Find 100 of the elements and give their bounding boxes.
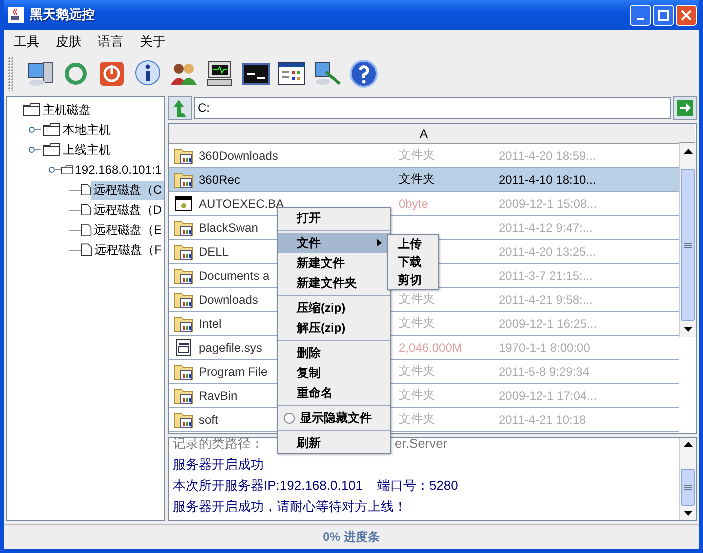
maximize-button[interactable]: [653, 4, 674, 26]
log-text: 服务器开启成功: [173, 456, 264, 472]
scroll-up-icon[interactable]: [684, 442, 692, 448]
help-icon: [348, 58, 380, 90]
file-name: DELL: [199, 244, 230, 258]
submenu-item[interactable]: 剪切: [388, 271, 438, 289]
file-info: 文件夹: [399, 387, 435, 404]
scroll-bar[interactable]: [679, 143, 696, 337]
document-icon: [81, 222, 92, 238]
file-info: 文件夹: [399, 315, 435, 332]
file-date: 2009-12-1 17:04...: [499, 388, 598, 402]
file-name: 360Rec: [199, 172, 240, 186]
scroll-bar[interactable]: [679, 438, 696, 520]
file-info: 文件夹: [399, 411, 435, 428]
scroll-thumb[interactable]: [681, 169, 695, 321]
tree-node-handle-icon[interactable]: [29, 126, 41, 134]
tree-item[interactable]: 远程磁盘（D: [91, 200, 164, 220]
file-date: 2009-12-1 15:08...: [499, 196, 598, 210]
file-date: 2011-4-21 9:58:...: [499, 292, 593, 306]
file-name: RavBin: [199, 388, 238, 402]
document-icon: [81, 202, 92, 218]
file-info: 0byte: [399, 196, 428, 210]
minimize-button[interactable]: [630, 4, 651, 26]
tree-item[interactable]: 远程磁盘（C: [91, 180, 164, 200]
file-name: Downloads: [199, 292, 258, 306]
close-button[interactable]: [676, 4, 697, 26]
header-corner: [679, 124, 695, 143]
back-button[interactable]: [168, 96, 192, 120]
context-menu-item[interactable]: 复制: [278, 363, 390, 383]
context-menu-item[interactable]: 文件: [278, 233, 390, 253]
log-text: 本次所开服务器IP:192.168.0.101 端口号：5280: [173, 478, 458, 492]
right-arrow-icon: [677, 100, 693, 116]
tree-item[interactable]: 主机磁盘: [41, 100, 93, 120]
folder-icon: [23, 103, 41, 117]
file-date: 2011-3-7 21:15:...: [499, 268, 593, 282]
file-info: 文件夹: [399, 291, 435, 308]
folder-icon: [43, 123, 61, 137]
file-name: Intel: [199, 316, 222, 330]
document-icon: [81, 242, 93, 258]
context-menu-item[interactable]: 显示隐藏文件: [278, 408, 390, 428]
folder-icon: [61, 163, 74, 177]
scroll-thumb[interactable]: [681, 469, 695, 506]
tree-item[interactable]: 远程磁盘（E: [92, 220, 164, 240]
minimize-icon: [637, 18, 644, 20]
file-date: 1970-1-1 8:00:00: [499, 340, 590, 354]
radio-button[interactable]: [284, 412, 295, 424]
context-menu-item[interactable]: 解压(zip): [278, 318, 390, 338]
log-text: 服务器开启成功，请耐心等待对方上线！: [173, 498, 407, 514]
file-date: 2011-4-20 18:59...: [499, 148, 596, 162]
file-info: 文件夹: [399, 363, 435, 380]
coffee-cup-icon: [8, 7, 24, 23]
context-menu-item[interactable]: 新建文件: [278, 253, 390, 273]
scroll-down-icon[interactable]: [684, 510, 692, 516]
menu-item[interactable]: 工具: [8, 31, 46, 53]
context-menu-item[interactable]: 刷新: [278, 433, 390, 453]
menu-item[interactable]: 皮肤: [50, 31, 88, 53]
file-date: 2011-4-21 10:18: [499, 412, 586, 426]
window-title: 黑天鹅远控: [30, 6, 95, 24]
file-date: 2009-12-1 16:25...: [499, 316, 598, 330]
context-menu-item[interactable]: 重命名: [278, 383, 390, 403]
curved-arrow-icon: [173, 99, 187, 117]
tree-node-handle-icon[interactable]: [29, 146, 41, 154]
file-date: 2011-4-20 13:25...: [499, 244, 596, 258]
menu-item[interactable]: 关于: [134, 31, 172, 53]
tree-item[interactable]: 本地主机: [61, 120, 113, 140]
file-name: Documents a: [199, 268, 270, 282]
tree-item[interactable]: 192.168.0.101:1: [73, 162, 164, 178]
settings-file-icon: [176, 338, 192, 356]
scroll-down-icon[interactable]: [684, 326, 692, 332]
maximize-icon: [658, 10, 669, 20]
file-info: 2,046.000M: [399, 340, 462, 354]
file-name: AUTOEXEC.BA: [199, 196, 284, 210]
file-date: 2011-4-10 18:10...: [499, 172, 596, 186]
go-button[interactable]: [673, 96, 697, 120]
file-date: 2011-4-12 9:47:...: [499, 220, 593, 234]
submenu-arrow-icon: [377, 239, 382, 247]
tree-item[interactable]: 上线主机: [61, 140, 113, 160]
file-row[interactable]: 360Rec 文件夹 2011-4-10 18:10...: [169, 168, 679, 192]
tree-item[interactable]: 远程磁盘（F: [92, 240, 164, 260]
file-name: Program File: [199, 364, 268, 378]
program-window-icon: [175, 196, 193, 212]
tree-node-handle-icon[interactable]: [49, 166, 61, 174]
file-info: 文件夹: [399, 147, 435, 164]
log-text: 记录的类路径：: [173, 436, 264, 450]
scroll-up-icon[interactable]: [684, 148, 692, 154]
path-field[interactable]: C:: [194, 97, 671, 119]
file-name: pagefile.sys: [199, 340, 262, 354]
progress-label: 0% 进度条: [323, 528, 380, 546]
folder-icon: [43, 143, 61, 157]
menu-item[interactable]: 语言: [92, 31, 130, 53]
context-menu-item[interactable]: 删除: [278, 343, 390, 363]
column-header[interactable]: A: [169, 124, 679, 144]
file-info: 文件夹: [399, 171, 435, 188]
file-name: 360Downloads: [199, 148, 278, 162]
file-name: soft: [199, 412, 218, 426]
log-text: er.Server: [395, 436, 448, 451]
file-name: BlackSwan: [199, 220, 258, 234]
close-icon: [681, 10, 692, 20]
submenu-item[interactable]: 下载: [388, 253, 438, 271]
file-date: 2011-5-8 9:29:34: [499, 364, 590, 378]
